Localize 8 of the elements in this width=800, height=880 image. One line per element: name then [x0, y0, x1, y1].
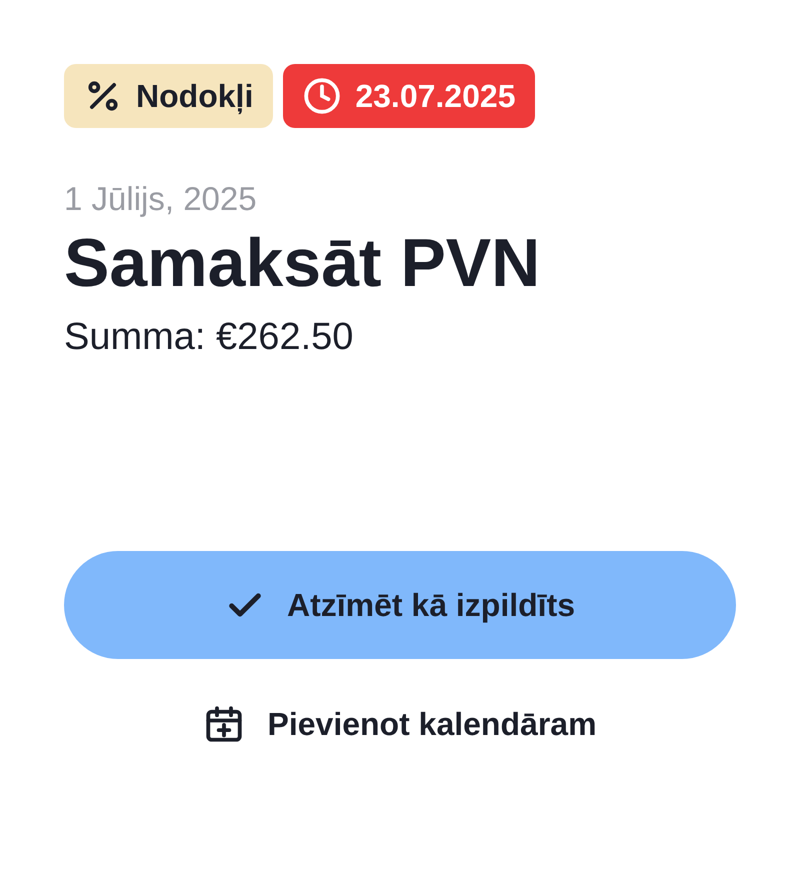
amount-text: Summa: €262.50	[64, 316, 354, 360]
clock-icon	[303, 77, 342, 115]
date-text: 1 Jūlijs, 2025	[64, 180, 258, 218]
add-to-calendar-link[interactable]: Pievienot kalendāram	[203, 703, 597, 746]
tag-badge: Nodokļi	[64, 64, 274, 128]
task-title: Samaksāt PVN	[64, 224, 542, 302]
tag-badge: 23.07.2025	[283, 64, 536, 128]
mark-done-button[interactable]: Atzīmēt kā izpildīts	[64, 551, 736, 660]
